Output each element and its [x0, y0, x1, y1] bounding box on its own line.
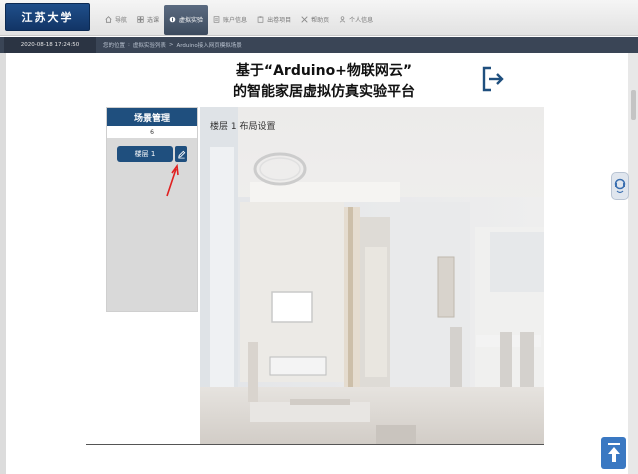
document-icon [213, 16, 220, 23]
scene-panel-header: 场景管理 [107, 108, 197, 126]
floor-count: 6 [107, 126, 197, 138]
clipboard-icon [257, 16, 264, 23]
nav-item-account[interactable]: 账户信息 [208, 5, 252, 35]
home-icon [105, 16, 112, 23]
flask-icon [169, 16, 176, 23]
nav-label-profile: 个人信息 [349, 17, 374, 24]
scene-management-panel: 场景管理 6 楼层 1 [106, 107, 198, 312]
scrollbar-thumb[interactable] [631, 90, 636, 120]
nav-label-projects: 出卷项目 [267, 17, 292, 24]
room-scene-image [200, 107, 544, 444]
nav-label-account: 账户信息 [223, 17, 248, 24]
nav-item-profile[interactable]: 个人信息 [334, 5, 378, 35]
university-logo[interactable]: 江苏大学 [5, 3, 90, 31]
nav-label-home: 导航 [115, 17, 128, 24]
breadcrumb-separator: : [128, 42, 130, 48]
title-line-2: 的智能家居虚拟仿真实验平台 [233, 84, 415, 100]
tools-icon [301, 16, 308, 23]
nav-item-virtual-lab[interactable]: 虚拟实验 [164, 4, 209, 35]
nav-label-help: 帮助页 [311, 17, 330, 24]
title-line-1: 基于“Arduino+物联网云” [235, 63, 413, 79]
breadcrumb-location: 您的位置 [103, 43, 126, 49]
nav-label-courses: 选课 [147, 17, 160, 24]
nav-item-home[interactable]: 导航 [100, 5, 132, 35]
edit-icon[interactable] [175, 146, 187, 162]
annotation-arrow [166, 164, 179, 197]
exit-icon[interactable] [481, 65, 505, 93]
status-bar: 2020-08-18 17:24:50 您的位置 : 虚拟实验列表 > Ardu… [0, 37, 638, 53]
support-icon[interactable] [611, 172, 629, 200]
person-icon [339, 16, 346, 23]
floor-1-button[interactable]: 楼层 1 [117, 146, 173, 162]
back-to-top-icon[interactable] [601, 437, 626, 469]
page-title: 基于“Arduino+物联网云” 的智能家居虚拟仿真实验平台 [194, 61, 454, 103]
nav-label-virtual-lab: 虚拟实验 [179, 17, 204, 24]
scene-layout-label: 楼层 1 布局设置 [210, 122, 276, 132]
content-bottom-border [86, 444, 544, 445]
nav-item-projects[interactable]: 出卷项目 [252, 5, 296, 35]
grid-icon [137, 16, 144, 23]
floor-list: 楼层 1 [107, 138, 197, 311]
room-scene-viewport[interactable]: 楼层 1 布局设置 [200, 107, 544, 444]
breadcrumb-current: Arduino接入网页模拟场景 [176, 43, 242, 49]
breadcrumb: 您的位置 : 虚拟实验列表 > Arduino接入网页模拟场景 [103, 37, 242, 53]
breadcrumb-separator: > [168, 42, 174, 48]
top-header: 江苏大学 导航 选课 虚拟实验 账户信息 出卷项目 帮助页 个人信息 [0, 0, 638, 36]
datetime-display: 2020-08-18 17:24:50 [4, 37, 96, 53]
main-content: 基于“Arduino+物联网云” 的智能家居虚拟仿真实验平台 场景管理 6 楼层… [86, 53, 544, 444]
main-nav: 导航 选课 虚拟实验 账户信息 出卷项目 帮助页 个人信息 [100, 0, 378, 36]
breadcrumb-lab-list[interactable]: 虚拟实验列表 [133, 41, 166, 49]
left-margin [0, 53, 6, 474]
nav-item-courses[interactable]: 选课 [132, 5, 164, 35]
nav-item-help[interactable]: 帮助页 [296, 5, 334, 35]
